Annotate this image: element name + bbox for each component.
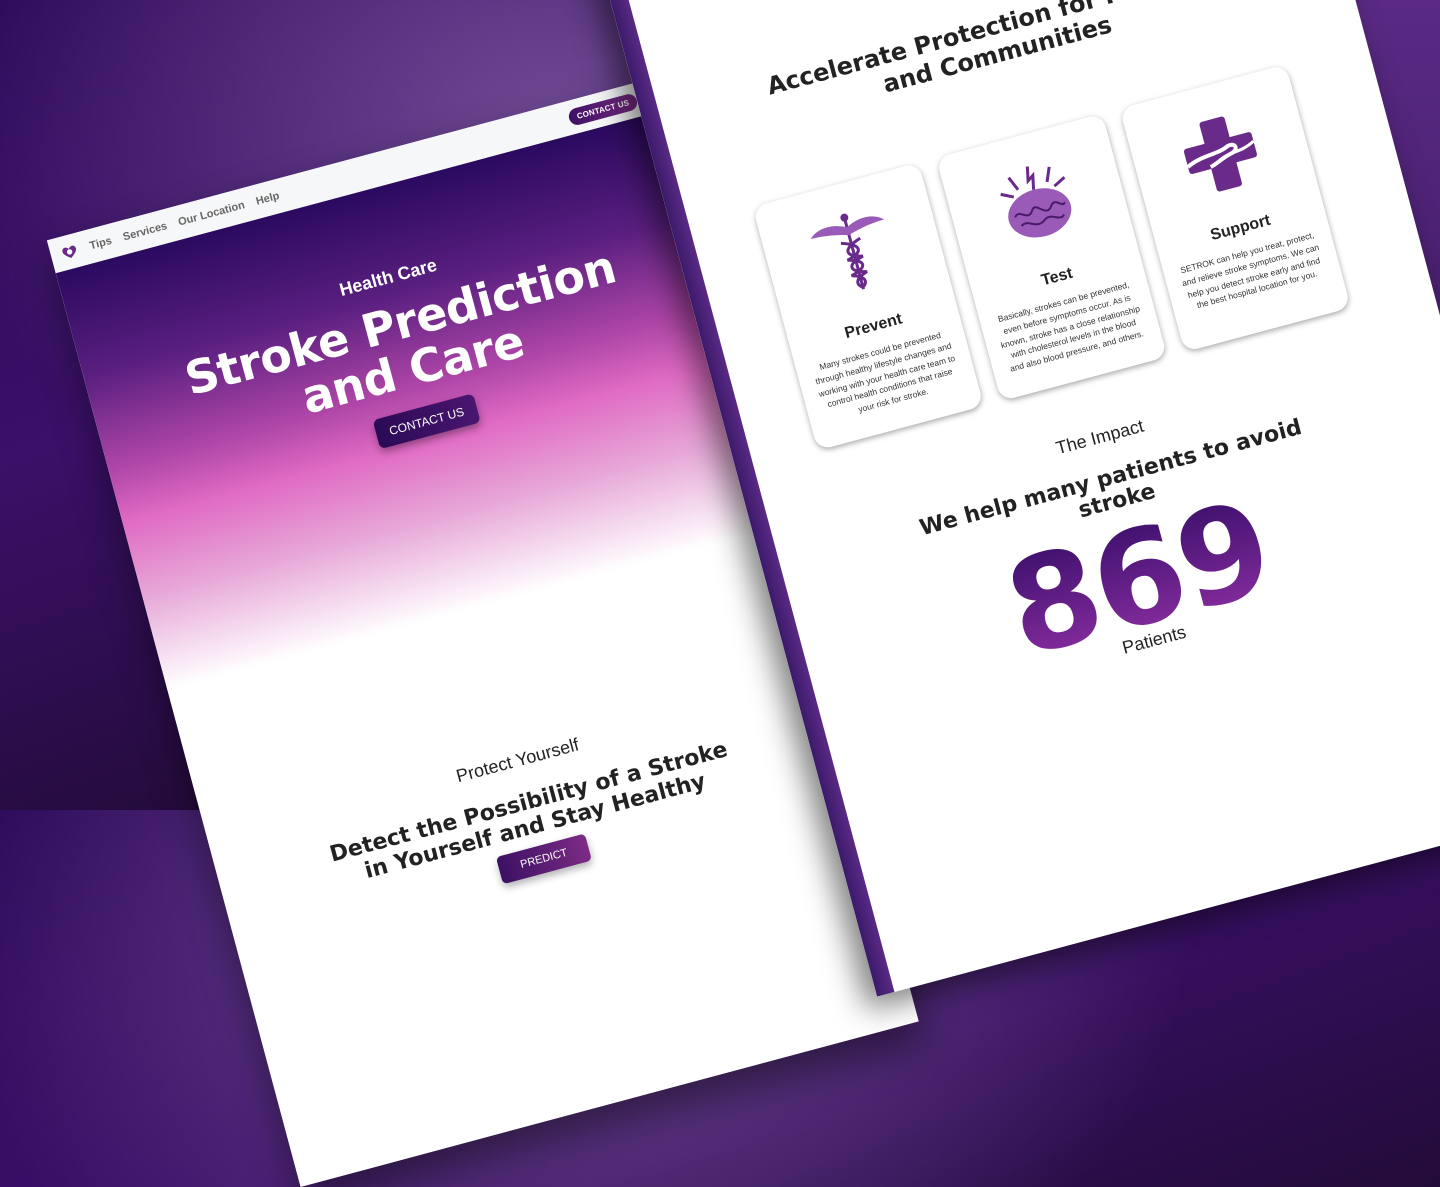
caduceus-icon	[772, 190, 934, 314]
medical-cross-hands-icon	[1139, 91, 1301, 215]
nav-link-services[interactable]: Services	[122, 220, 169, 243]
nav-link-tips[interactable]: Tips	[88, 235, 113, 252]
hero-contact-button[interactable]: CONTACT US	[372, 392, 482, 449]
nav-link-help[interactable]: Help	[255, 190, 281, 208]
heart-hands-icon[interactable]	[59, 241, 81, 263]
brain-icon	[956, 140, 1118, 264]
